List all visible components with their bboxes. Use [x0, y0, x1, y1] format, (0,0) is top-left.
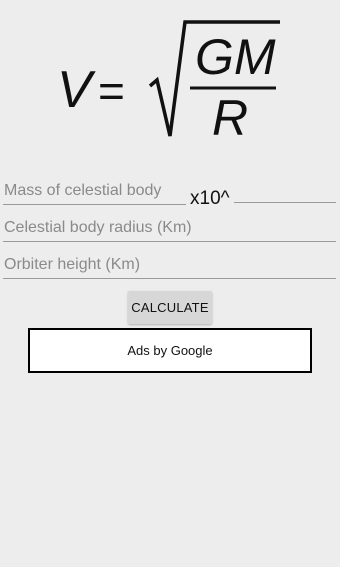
- height-input-placeholder: Orbiter height (Km): [4, 256, 141, 273]
- exponent-label: x10^: [190, 188, 230, 209]
- height-input[interactable]: Orbiter height (Km): [3, 252, 336, 279]
- formula-denominator: R: [212, 90, 248, 146]
- ad-banner[interactable]: Ads by Google: [28, 328, 312, 373]
- mass-input[interactable]: Mass of celestial body: [3, 178, 186, 205]
- formula-numerator: GM: [195, 29, 276, 85]
- exponent-input[interactable]: [234, 176, 336, 203]
- formula-equals: =: [98, 65, 125, 117]
- velocity-formula: V = GM R: [0, 0, 340, 150]
- formula-graphic: V = GM R: [57, 20, 280, 146]
- calculate-button[interactable]: CALCULATE: [128, 291, 212, 324]
- mass-input-placeholder: Mass of celestial body: [4, 182, 162, 199]
- formula-lhs: V: [57, 61, 96, 119]
- radius-input-placeholder: Celestial body radius (Km): [4, 219, 192, 236]
- radius-input[interactable]: Celestial body radius (Km): [3, 215, 336, 242]
